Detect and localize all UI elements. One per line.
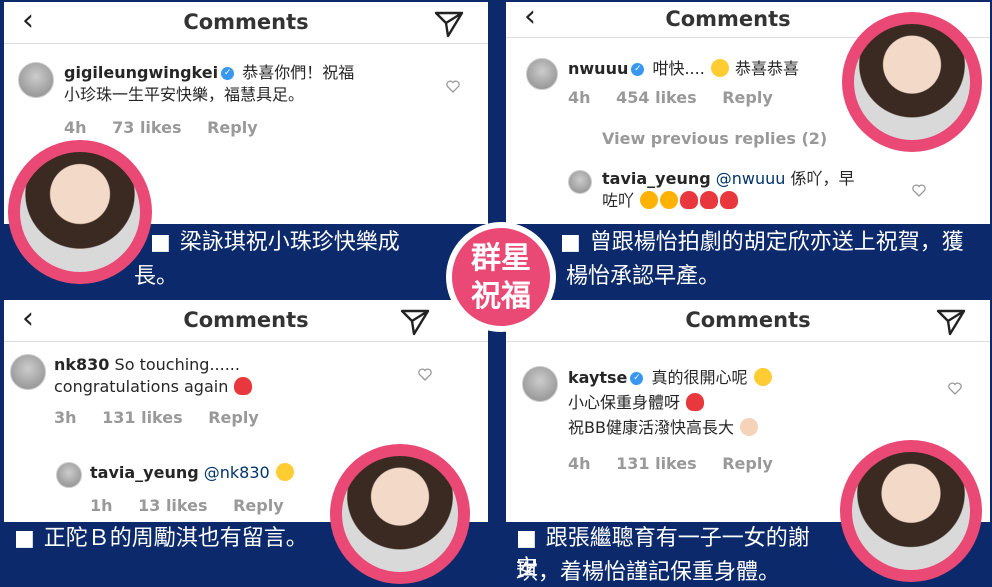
avatar[interactable] [526, 58, 558, 90]
username[interactable]: gigileungwingkei [64, 63, 218, 82]
likes[interactable]: 13 likes [138, 496, 207, 515]
heart-icon[interactable] [948, 382, 962, 395]
comment-meta: 3h 131 likes Reply [54, 408, 279, 427]
caption-1: 梁詠琪祝小珠珍快樂成 [140, 228, 490, 258]
kiss-emoji-icon [275, 463, 294, 481]
laugh-emoji-icon [640, 191, 659, 210]
avatar[interactable] [10, 354, 46, 390]
likes[interactable]: 454 likes [616, 88, 697, 107]
username[interactable]: kaytse [568, 368, 627, 387]
reply-username[interactable]: tavia_yeung [90, 463, 199, 482]
comment-meta: 4h 73 likes Reply [64, 118, 278, 137]
heart-emoji-icon [686, 392, 705, 411]
comment-text-line1: 真的很開心呢 [651, 368, 748, 387]
comment: nk830 So touching...... congratulations … [54, 354, 253, 399]
reply-meta: 1h 13 likes Reply [90, 496, 304, 515]
reply-username[interactable]: tavia_yeung [602, 169, 711, 188]
grin-emoji-icon [710, 59, 729, 77]
heart-icon[interactable] [418, 368, 432, 381]
username[interactable]: nwuuu [568, 59, 628, 78]
likes[interactable]: 73 likes [112, 118, 181, 137]
center-badge-line1: 群星 [471, 241, 531, 276]
nav-bar: Comments [506, 300, 990, 342]
send-icon[interactable] [434, 10, 464, 38]
reply-text-line2: 咗吖 [602, 191, 635, 211]
heart-emoji-icon [234, 377, 253, 396]
smile-emoji-icon [753, 368, 772, 386]
nav-title: Comments [183, 10, 309, 34]
avatar[interactable] [522, 366, 558, 402]
send-icon[interactable] [400, 308, 430, 336]
verified-icon: ✓ [221, 67, 235, 80]
time: 4h [568, 88, 591, 107]
celebrity-photo [342, 456, 458, 572]
time: 4h [64, 118, 87, 137]
heart-icon[interactable] [446, 80, 460, 93]
comment-text-line2: 小心保重身體呀 [568, 392, 681, 412]
caption-3-line1: 正陀Ｂ的周勵淇也有留言。 [43, 526, 308, 551]
comment-text-line1: 恭喜你們！祝福 [242, 63, 355, 82]
avatar[interactable] [18, 62, 54, 98]
celebrity-photo [852, 452, 970, 570]
comment: nwuuu ✓ 咁快.... 恭喜恭喜 [568, 58, 799, 80]
center-badge-line2: 祝福 [471, 279, 531, 314]
reply-button[interactable]: Reply [233, 496, 284, 515]
time: 3h [54, 408, 77, 427]
likes[interactable]: 131 likes [616, 454, 697, 473]
caption-1-line2: 長。 [134, 264, 179, 289]
time: 4h [568, 454, 591, 473]
likes[interactable]: 131 likes [102, 408, 183, 427]
heart-eyes-emoji-icon [700, 191, 719, 210]
reply-button[interactable]: Reply [207, 118, 258, 137]
reply-button[interactable]: Reply [722, 88, 773, 107]
caption-2-line1: 曾跟楊怡拍劇的胡定欣亦送上祝賀，獲 [589, 230, 964, 255]
comment-text-line2: congratulations again [54, 377, 229, 397]
comment-text-after: 恭喜恭喜 [734, 59, 799, 78]
view-previous-replies[interactable]: View previous replies (2) [602, 129, 827, 148]
caption-3: 正陀Ｂ的周勵淇也有留言。 [4, 524, 334, 554]
send-icon[interactable] [936, 308, 966, 336]
caption-1-line1: 梁詠琪祝小珠珍快樂成 [179, 230, 400, 255]
caption-2-line2: 楊怡承認早產。 [566, 264, 721, 289]
comment-text-line1: So touching...... [114, 355, 240, 374]
heart-icon[interactable] [912, 184, 926, 197]
pray-emoji-icon [740, 417, 759, 436]
nav-bar: ‹ Comments [4, 300, 488, 342]
nav-title: Comments [685, 308, 811, 332]
verified-icon: ✓ [631, 63, 645, 76]
comment-meta: 4h 454 likes Reply [568, 88, 793, 107]
reply-comment: tavia_yeung @nwuuu 係吖，早 咗吖 [602, 168, 902, 213]
reply-avatar[interactable] [568, 170, 592, 194]
comment-text-line3: 祝BB健康活潑快高長大 [568, 417, 734, 437]
reply-button[interactable]: Reply [208, 408, 259, 427]
reply-comment: tavia_yeung @nk830 [90, 462, 295, 484]
laugh-emoji-icon [660, 191, 679, 210]
verified-icon: ✓ [630, 372, 644, 385]
reply-button[interactable]: Reply [722, 454, 773, 473]
comment-text: 咁快.... [652, 59, 705, 78]
comment-meta: 4h 131 likes Reply [568, 454, 793, 473]
celebrity-photo [854, 24, 970, 140]
comment: gigileungwingkei ✓ 恭喜你們！祝福 小珍珠一生平安快樂，福慧具足… [64, 62, 444, 107]
caption-4-line2: 琪，着楊怡謹記保重身體。 [516, 560, 781, 585]
heart-eyes-emoji-icon [720, 191, 739, 210]
username[interactable]: nk830 [54, 355, 109, 374]
comment-text-line2: 小珍珠一生平安快樂，福慧具足。 [64, 85, 305, 105]
reply-avatar[interactable] [56, 462, 82, 488]
celebrity-photo [20, 152, 140, 272]
caption-2: 曾跟楊怡拍劇的胡定欣亦送上祝賀，獲 [550, 228, 990, 258]
heart-eyes-emoji-icon [680, 191, 699, 210]
center-badge: 群星 祝福 [446, 222, 556, 332]
mention[interactable]: @nk830 [204, 463, 270, 482]
mention[interactable]: @nwuuu [716, 169, 786, 188]
nav-bar: ‹ Comments [4, 2, 488, 44]
time: 1h [90, 496, 113, 515]
comment: kaytse ✓ 真的很開心呢 小心保重身體呀 祝BB健康活潑快高長大 [568, 366, 773, 440]
reply-text-line1: 係吖，早 [790, 169, 855, 188]
